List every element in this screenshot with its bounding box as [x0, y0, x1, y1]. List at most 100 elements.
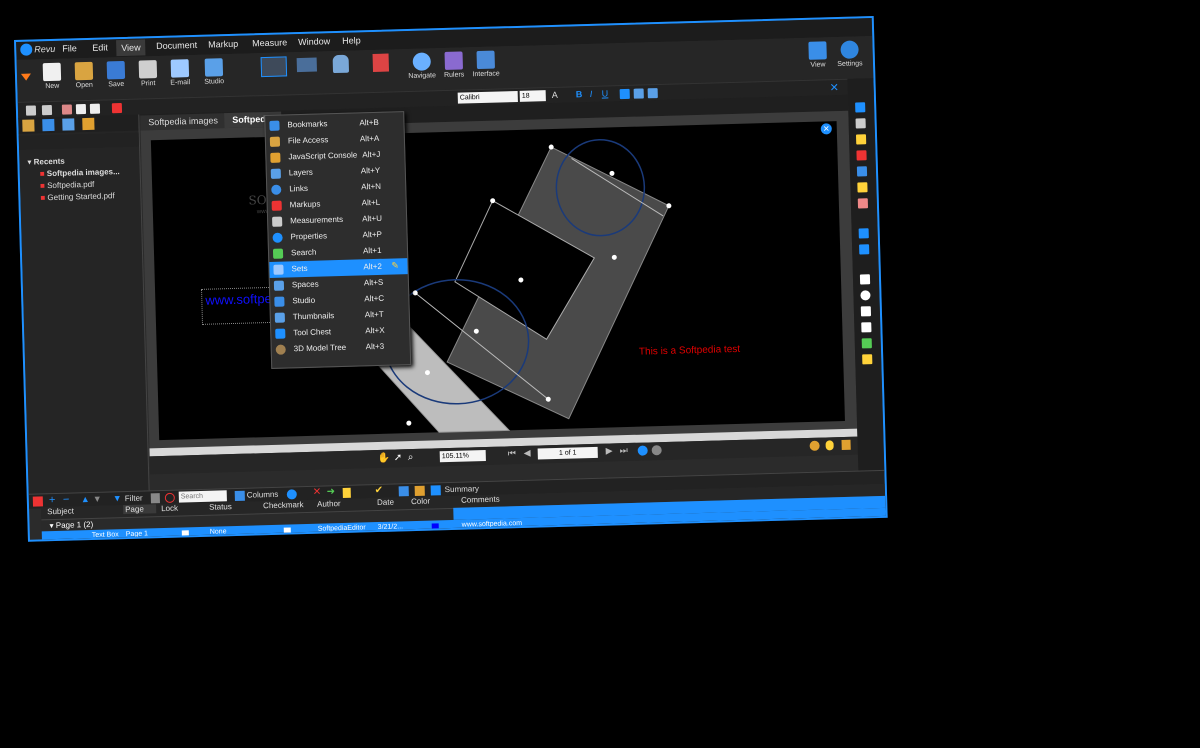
col-color[interactable]: Color	[411, 497, 430, 507]
font-size-select[interactable]: 18	[519, 90, 546, 102]
navigate-button[interactable]: Navigate	[404, 50, 439, 80]
menu-view[interactable]: View	[116, 39, 146, 57]
col-comments[interactable]: Comments	[461, 495, 500, 505]
note-tool-icon[interactable]	[855, 134, 867, 145]
thumbnails-tab-icon[interactable]	[62, 118, 75, 131]
print-button[interactable]: Print	[131, 58, 166, 88]
close-document-icon[interactable]: ✕	[820, 123, 832, 135]
filter-icon[interactable]: ▼	[113, 493, 122, 503]
line-tool-icon[interactable]	[858, 228, 869, 239]
pen-icon[interactable]	[32, 496, 44, 507]
stamp-tool-icon[interactable]	[856, 150, 867, 161]
col-subject[interactable]: Subject	[47, 507, 74, 517]
last-page-icon[interactable]: ⏭	[620, 445, 628, 456]
text-tool-icon[interactable]	[855, 102, 866, 113]
document-canvas[interactable]: SOFTPEDIA www.softpedia.com www.softpedi…	[150, 121, 845, 441]
prev-page-icon[interactable]: ◀	[524, 448, 531, 459]
markups-search-input[interactable]	[178, 490, 227, 503]
color-swatch[interactable]	[431, 523, 439, 531]
col-date[interactable]: Date	[377, 498, 394, 507]
menu-measure[interactable]: Measure	[252, 37, 287, 48]
email-button[interactable]: E-mail	[163, 57, 198, 87]
stamp-button[interactable]	[372, 53, 390, 72]
delete-icon[interactable]	[111, 103, 123, 114]
select-tool-icon[interactable]: ➚	[394, 452, 403, 463]
italic-icon[interactable]: I	[590, 89, 593, 99]
arrow-tool-icon[interactable]	[859, 244, 870, 255]
menu-edit[interactable]: Edit	[92, 42, 108, 52]
col-checkmark[interactable]: Checkmark	[263, 500, 304, 510]
summary-button[interactable]: Summary	[445, 484, 479, 494]
undo-icon[interactable]	[25, 105, 37, 116]
paste-icon[interactable]	[89, 103, 101, 114]
col-author[interactable]: Author	[317, 499, 341, 509]
toolbar-close-icon[interactable]: ✕	[829, 81, 839, 94]
recent-item[interactable]: ■ Softpedia.pdf	[40, 180, 94, 191]
recent-item[interactable]: ■ Softpedia images...	[40, 167, 120, 178]
menu-window[interactable]: Window	[298, 36, 330, 47]
lightbulb-icon[interactable]	[825, 440, 834, 451]
move-up-icon[interactable]: ▲	[81, 494, 90, 504]
forward-view-icon[interactable]	[651, 445, 662, 456]
export-icon[interactable]	[398, 486, 409, 497]
reject-icon[interactable]: ✕	[313, 487, 322, 498]
bold-icon[interactable]: B	[576, 89, 583, 99]
lock-icon[interactable]	[841, 439, 851, 451]
menu-document[interactable]: Document	[156, 40, 197, 51]
open-button[interactable]: Open	[67, 60, 102, 90]
layout-button[interactable]	[296, 57, 317, 73]
settings-small-icon[interactable]	[286, 489, 297, 500]
dropdown-arrow-icon[interactable]	[20, 73, 32, 81]
view-toggle-button[interactable]	[260, 56, 288, 78]
typewriter-tool-icon[interactable]	[855, 118, 866, 129]
trash-icon[interactable]	[150, 493, 160, 504]
align-right-icon[interactable]	[647, 88, 658, 99]
interface-button[interactable]: Interface	[468, 48, 503, 78]
status-icon[interactable]	[342, 487, 351, 498]
zoom-input[interactable]: 105.11%	[439, 449, 486, 463]
copy-icon[interactable]	[75, 104, 87, 115]
filter-label[interactable]: Filter	[125, 494, 143, 503]
studio-button[interactable]: Studio	[197, 56, 232, 86]
underline-icon[interactable]: U	[602, 88, 609, 98]
redo-icon[interactable]	[41, 104, 53, 116]
first-page-icon[interactable]: ⏮	[508, 448, 516, 459]
cloud-tool-icon[interactable]	[861, 322, 872, 333]
red-textbox-text[interactable]: This is a Softpedia test	[639, 344, 740, 358]
checkmark-checkbox[interactable]	[283, 527, 291, 535]
menu-markup[interactable]: Markup	[208, 39, 238, 50]
col-status[interactable]: Status	[209, 502, 232, 512]
polygon-tool-icon[interactable]	[860, 306, 872, 317]
ellipse-tool-icon[interactable]	[860, 290, 871, 301]
accept-icon[interactable]: ➜	[327, 486, 336, 497]
settings-button[interactable]: Settings	[832, 38, 867, 68]
view-mode-button[interactable]: View	[800, 39, 835, 69]
checkmark-icon[interactable]: ✔	[375, 485, 384, 496]
markup-tab-icon[interactable]	[42, 118, 55, 132]
summary-icon[interactable]	[414, 485, 425, 496]
pen-tool-icon[interactable]	[856, 166, 868, 177]
user-icon[interactable]	[809, 440, 820, 451]
list-icon[interactable]	[430, 485, 441, 496]
rectangle-tool-icon[interactable]	[859, 274, 871, 285]
font-select[interactable]: Calibri	[457, 90, 518, 104]
lock-checkbox[interactable]	[181, 530, 189, 538]
file-access-tab-icon[interactable]	[22, 119, 35, 132]
next-page-icon[interactable]: ▶	[606, 445, 613, 456]
font-color-icon[interactable]: A	[552, 90, 558, 100]
move-down-icon[interactable]: ▼	[93, 494, 102, 504]
columns-icon[interactable]	[234, 490, 245, 502]
recent-item[interactable]: ■ Getting Started.pdf	[40, 191, 114, 202]
pin-icon[interactable]: ✎	[391, 260, 399, 271]
align-left-icon[interactable]	[619, 88, 630, 100]
cut-icon[interactable]	[61, 104, 73, 115]
menu-item-3d-model-tree[interactable]: 3D Model Tree Alt+3	[272, 338, 410, 358]
zoom-tool-icon[interactable]: ⌕	[408, 452, 414, 463]
recents-header[interactable]: ▾ Recents	[27, 157, 65, 167]
page-number-input[interactable]: 1 of 1	[537, 446, 598, 460]
profile-button[interactable]	[332, 54, 350, 74]
no-filter-icon[interactable]	[164, 492, 175, 503]
remove-icon[interactable]: −	[63, 494, 70, 506]
eraser-tool-icon[interactable]	[857, 198, 869, 209]
columns-button[interactable]: Columns	[247, 490, 279, 500]
